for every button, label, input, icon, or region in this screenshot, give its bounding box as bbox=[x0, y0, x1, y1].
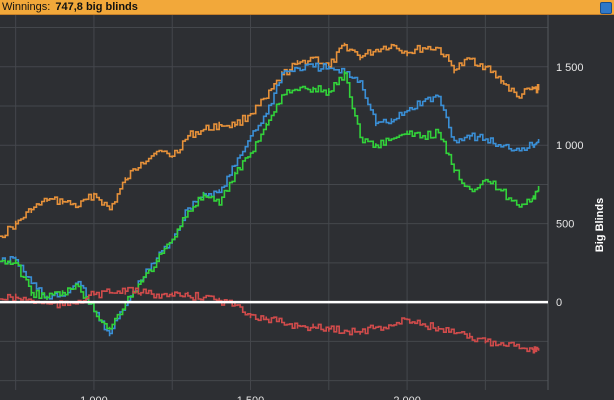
y-tick-label: 1 000 bbox=[556, 140, 584, 152]
info-icon[interactable] bbox=[600, 2, 612, 14]
x-tick-label: 1.000 bbox=[80, 395, 108, 400]
y-tick-label: 1 500 bbox=[556, 62, 584, 74]
y-tick-label: 500 bbox=[556, 219, 574, 231]
y-tick-label: 0 bbox=[556, 297, 562, 309]
winnings-value: 747,8 big blinds bbox=[55, 1, 138, 13]
y-axis-label: Big Blinds bbox=[594, 198, 606, 252]
x-tick-label: 2.000 bbox=[393, 395, 421, 400]
winnings-chart: 0 500 1 000 1 500 1.000 1.500 2.000 Big Blind… bbox=[0, 15, 614, 400]
winnings-header: Winnings: 747,8 big blinds bbox=[0, 0, 614, 15]
winnings-label: Winnings: bbox=[2, 1, 51, 13]
x-tick-label: 1.500 bbox=[237, 395, 265, 400]
